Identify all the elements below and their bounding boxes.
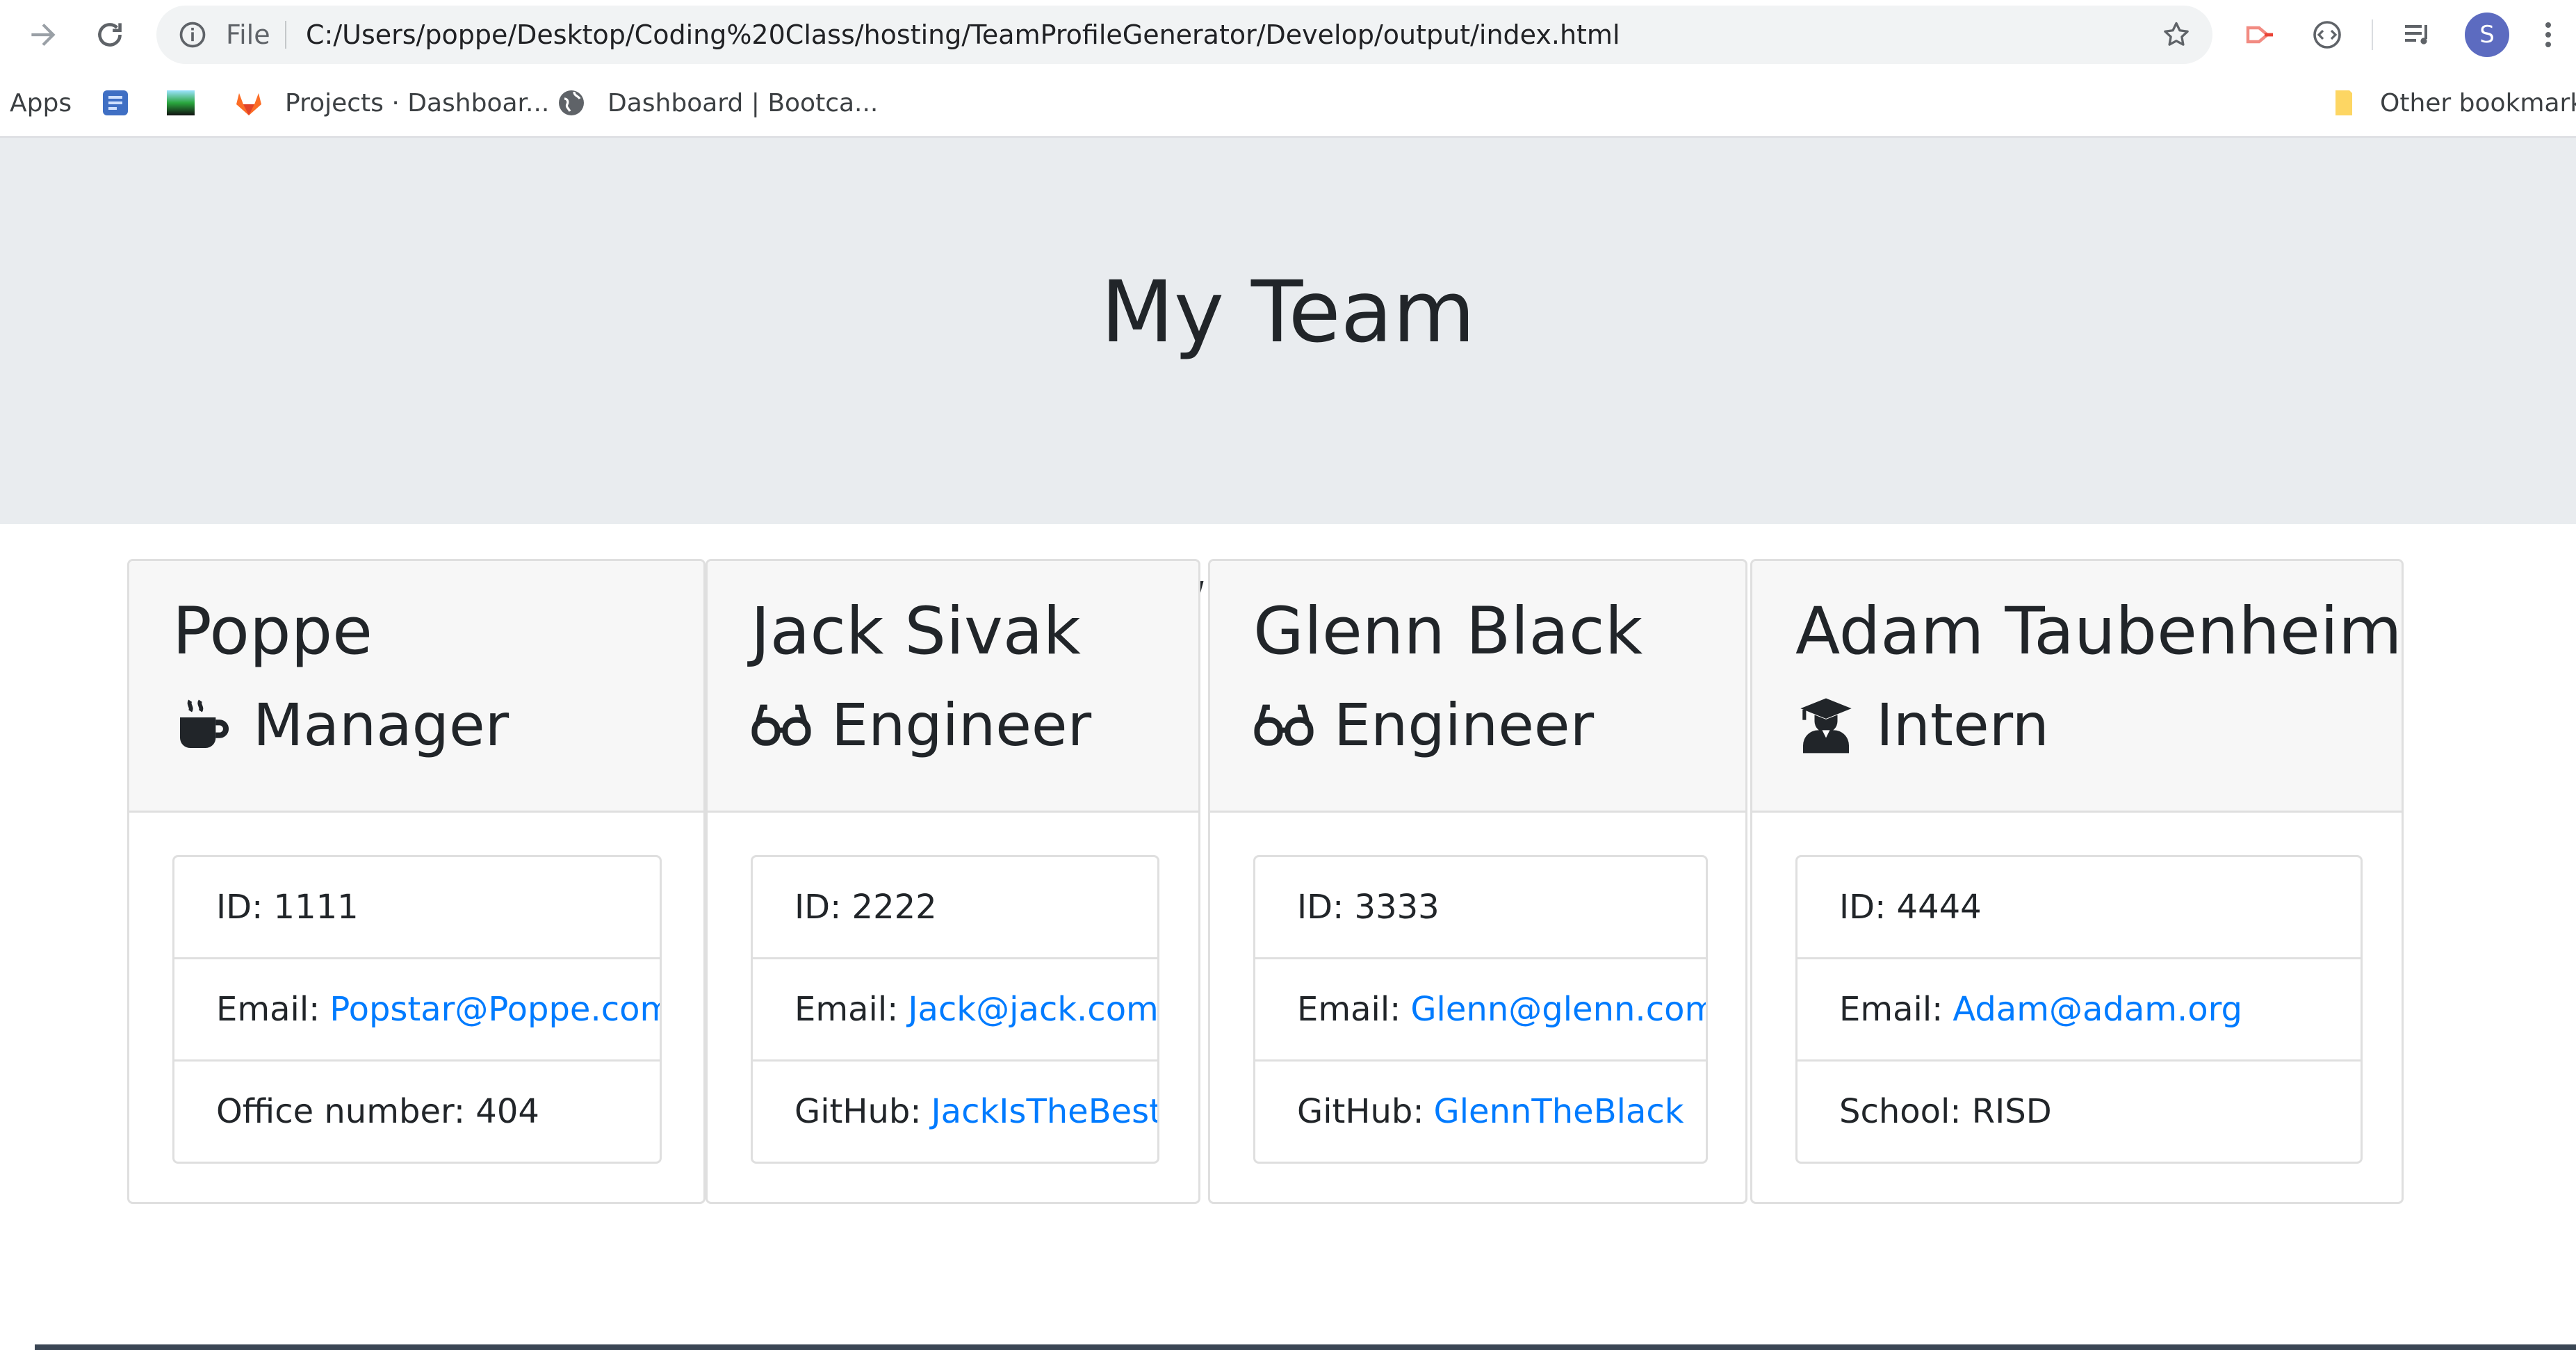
email-link[interactable]: Jack@jack.com bbox=[908, 990, 1157, 1029]
page-title: My Team bbox=[1100, 263, 1476, 361]
employee-email: Email: Adam@adam.org bbox=[1798, 959, 2361, 1062]
employee-card: Jack Sivak Engineer ID: 2222 Email: Jack… bbox=[706, 559, 1200, 1204]
globe-icon bbox=[559, 90, 584, 115]
playlist-icon bbox=[2405, 25, 2427, 44]
gitlab-icon bbox=[236, 93, 261, 115]
code-circle-icon bbox=[2313, 21, 2341, 49]
bookmark-projects-label: Projects · Dashboar... bbox=[285, 88, 550, 117]
address-bar[interactable]: File C:/Users/poppe/Desktop/Coding%20Cla… bbox=[156, 6, 2212, 64]
employee-id: ID: 1111 bbox=[174, 857, 660, 959]
github: GitHub: JackIsTheBest bbox=[753, 1062, 1157, 1162]
email-link[interactable]: Adam@adam.org bbox=[1953, 990, 2242, 1029]
employee-details: ID: 3333 Email: Glenn@glenn.com GitHub: … bbox=[1253, 855, 1708, 1164]
email-link[interactable]: Popstar@Poppe.com bbox=[329, 990, 660, 1029]
github-label: GitHub: bbox=[794, 1092, 922, 1131]
employee-role: Manager bbox=[172, 692, 509, 759]
browser-toolbar: File C:/Users/poppe/Desktop/Coding%20Cla… bbox=[0, 0, 2576, 70]
employee-id-text: ID: 3333 bbox=[1297, 888, 1440, 927]
employee-role-label: Manager bbox=[253, 691, 510, 759]
employee-role: Engineer bbox=[1253, 692, 1594, 759]
employee-name: Glenn Black bbox=[1253, 594, 1643, 669]
folder-icon bbox=[2335, 90, 2352, 115]
glasses-icon bbox=[751, 704, 811, 746]
employee-email: Email: Popstar@Poppe.com bbox=[174, 959, 660, 1062]
red-arrow-extension-icon bbox=[2246, 26, 2273, 44]
bookmark-dashboard-label: Dashboard | Bootca... bbox=[608, 88, 879, 117]
bookmark-dashboard[interactable]: Dashboard | Bootca... bbox=[555, 70, 878, 136]
toolbar-divider bbox=[2372, 19, 2373, 50]
other-bookmarks-label: Other bookmarks bbox=[2380, 88, 2576, 117]
extension-code-button[interactable] bbox=[2309, 17, 2345, 53]
kebab-menu-icon bbox=[2545, 22, 2551, 47]
employee-email: Email: Jack@jack.com bbox=[753, 959, 1157, 1062]
employee-role-label: Intern bbox=[1876, 691, 2049, 759]
employee-id-text: ID: 4444 bbox=[1839, 888, 1982, 927]
bookmark-projects[interactable]: Projects · Dashboar... bbox=[232, 70, 549, 136]
office-number-text: Office number: 404 bbox=[216, 1092, 539, 1131]
employee-role-label: Engineer bbox=[1334, 691, 1595, 759]
bookmark-gradient[interactable] bbox=[164, 70, 217, 136]
employee-card: Glenn Black Engineer ID: 3333 Email: Gle… bbox=[1208, 559, 1747, 1204]
github: GitHub: GlennTheBlack bbox=[1255, 1062, 1706, 1162]
employee-id-text: ID: 2222 bbox=[794, 888, 937, 927]
profile-avatar[interactable]: S bbox=[2465, 13, 2509, 57]
url-text[interactable]: C:/Users/poppe/Desktop/Coding%20Class/ho… bbox=[306, 6, 1620, 64]
card-header: Jack Sivak Engineer bbox=[708, 561, 1198, 813]
reload-button[interactable] bbox=[89, 14, 131, 56]
info-icon[interactable] bbox=[177, 19, 208, 50]
bookmark-blue[interactable] bbox=[99, 70, 152, 136]
arrow-right-icon bbox=[31, 23, 56, 47]
graduate-icon bbox=[1800, 698, 1852, 754]
omnibox-divider bbox=[285, 21, 286, 49]
card-header: Glenn Black Engineer bbox=[1210, 561, 1745, 813]
scheme-label: File bbox=[226, 19, 270, 50]
employee-role: Engineer bbox=[751, 692, 1091, 759]
blue-bookmark-icon bbox=[103, 90, 128, 115]
employee-details: ID: 1111 Email: Popstar@Poppe.com Office… bbox=[172, 855, 662, 1164]
email-label: Email: bbox=[1297, 990, 1401, 1029]
github-link[interactable]: GlennTheBlack bbox=[1434, 1092, 1684, 1131]
bookmarks-bar: Apps Projects · Dashboar... Dashboard | … bbox=[0, 70, 2576, 138]
employee-name: Jack Sivak bbox=[751, 594, 1081, 669]
other-bookmarks[interactable]: Other bookmarks bbox=[2327, 70, 2576, 136]
reload-icon bbox=[98, 23, 122, 47]
employee-id: ID: 4444 bbox=[1798, 857, 2361, 959]
mug-icon bbox=[180, 699, 229, 749]
email-label: Email: bbox=[1839, 990, 1943, 1029]
extension-cast-button[interactable] bbox=[2242, 17, 2279, 53]
star-icon[interactable] bbox=[2161, 19, 2192, 50]
bookmark-apps-label: Apps bbox=[10, 88, 72, 117]
employee-details: ID: 2222 Email: Jack@jack.com GitHub: Ja… bbox=[751, 855, 1159, 1164]
reading-list-button[interactable] bbox=[2399, 17, 2436, 53]
school: School: RISD bbox=[1798, 1062, 2361, 1162]
github-label: GitHub: bbox=[1297, 1092, 1424, 1131]
email-label: Email: bbox=[216, 990, 320, 1029]
employee-card: Adam Taubenheim Intern ID: 4444 Email: A… bbox=[1750, 559, 2404, 1204]
employee-name: Adam Taubenheim bbox=[1795, 594, 2402, 669]
email-label: Email: bbox=[794, 990, 899, 1029]
employee-card: Poppe Manager ID: 1111 Email: Popstar@Po… bbox=[127, 559, 706, 1204]
employee-role-label: Engineer bbox=[831, 691, 1092, 759]
github-link[interactable]: JackIsTheBest bbox=[931, 1092, 1157, 1131]
forward-button[interactable] bbox=[22, 14, 64, 56]
employee-details: ID: 4444 Email: Adam@adam.org School: RI… bbox=[1795, 855, 2363, 1164]
menu-button[interactable] bbox=[2530, 17, 2566, 53]
bookmark-apps[interactable]: Apps bbox=[10, 70, 72, 136]
taskbar-edge bbox=[35, 1344, 2576, 1350]
employee-id: ID: 3333 bbox=[1255, 857, 1706, 959]
employee-email: Email: Glenn@glenn.com bbox=[1255, 959, 1706, 1062]
header-jumbotron: My Team bbox=[0, 138, 2576, 524]
email-link[interactable]: Glenn@glenn.com bbox=[1410, 990, 1706, 1029]
employee-id: ID: 2222 bbox=[753, 857, 1157, 959]
employee-id-text: ID: 1111 bbox=[216, 888, 359, 927]
employee-role: Intern bbox=[1795, 692, 2049, 759]
card-header: Poppe Manager bbox=[129, 561, 703, 813]
gradient-bookmark-icon bbox=[167, 90, 195, 115]
office-number: Office number: 404 bbox=[174, 1062, 660, 1162]
school-text: School: RISD bbox=[1839, 1092, 2052, 1131]
glasses-icon bbox=[1254, 704, 1314, 746]
card-header: Adam Taubenheim Intern bbox=[1752, 561, 2402, 813]
employee-name: Poppe bbox=[172, 594, 373, 669]
